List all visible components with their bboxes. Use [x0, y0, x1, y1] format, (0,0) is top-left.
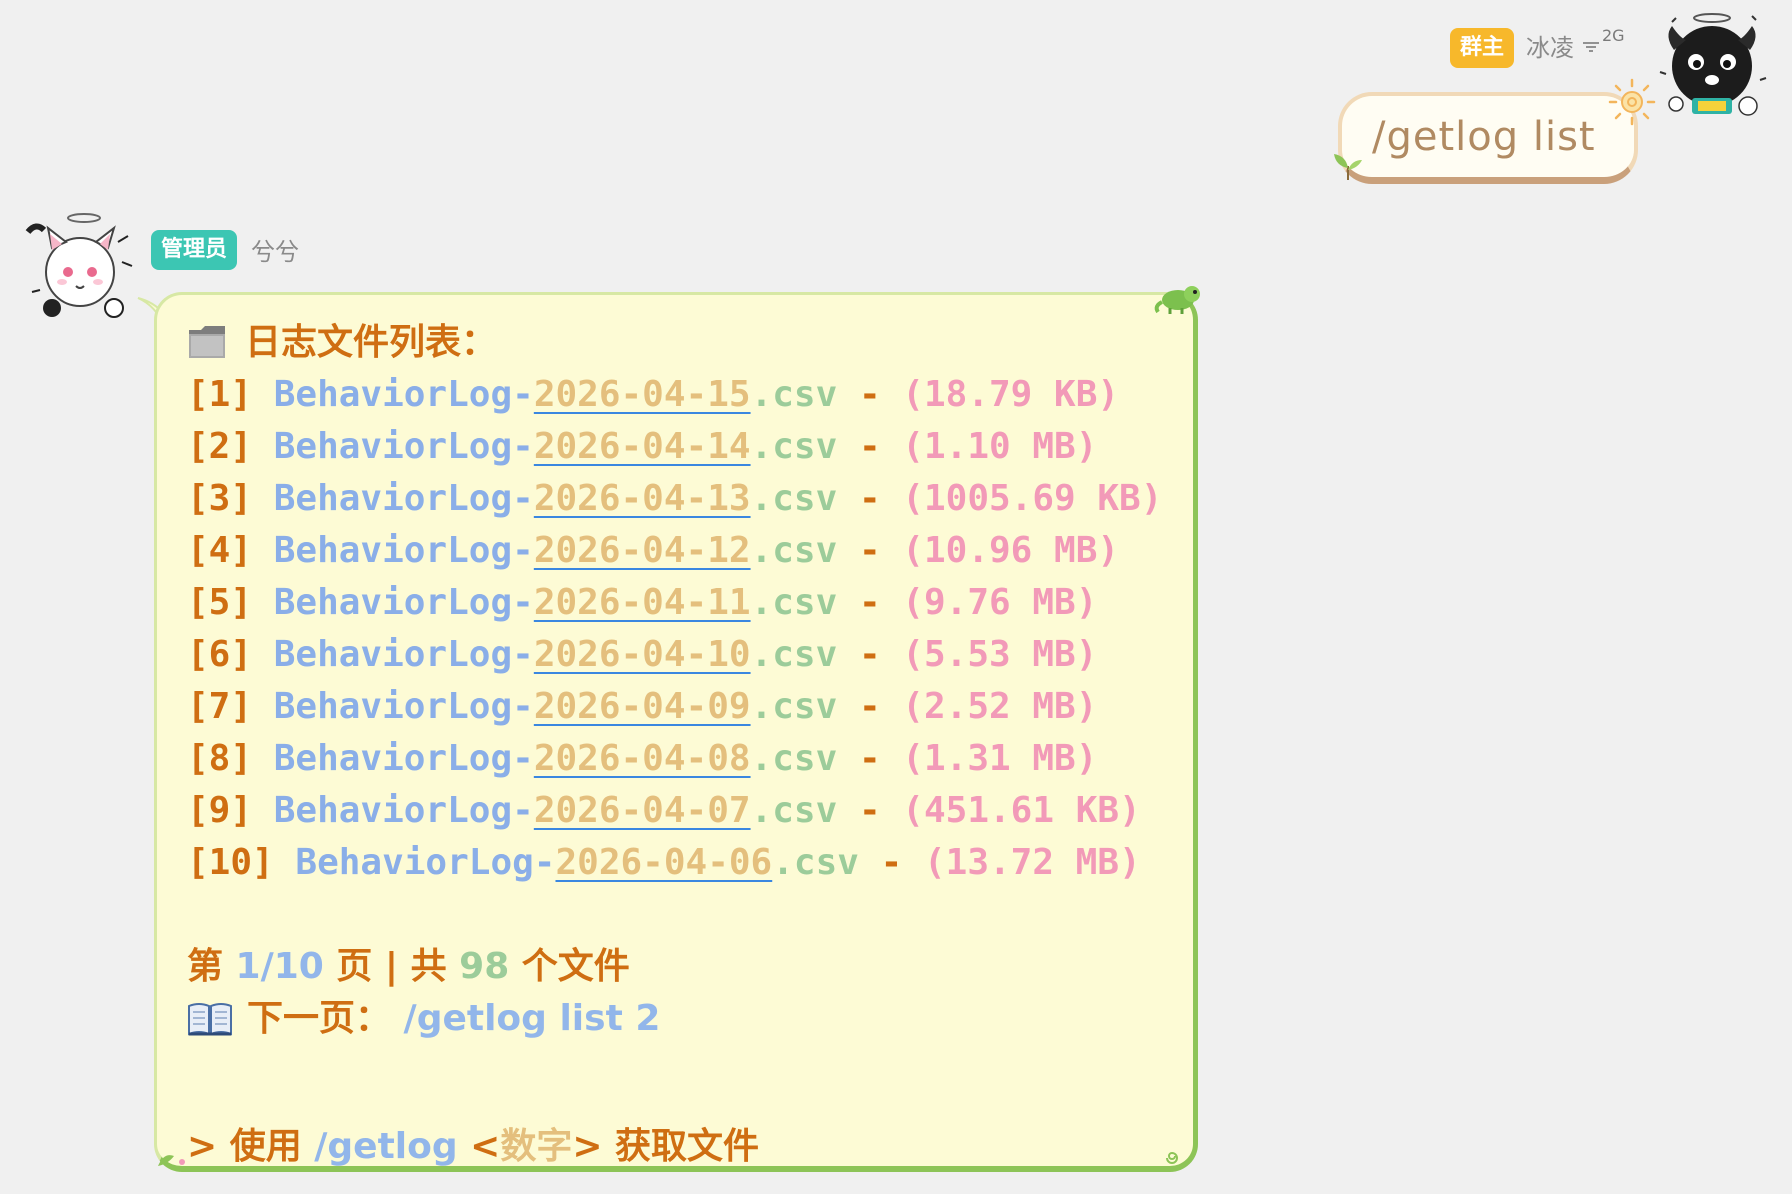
lizard-sticker-icon — [1154, 286, 1200, 314]
network-label: 2G — [1602, 26, 1625, 45]
swirl-icon — [1166, 1151, 1178, 1164]
file-size: (13.72 MB) — [923, 842, 1141, 883]
file-row[interactable]: [1] BehaviorLog-2026-04-15.csv - (18.79 … — [187, 369, 1193, 421]
file-size: (10.96 MB) — [902, 530, 1120, 571]
file-row[interactable]: [6] BehaviorLog-2026-04-10.csv - (5.53 M… — [187, 629, 1193, 681]
usage-command: /getlog — [314, 1126, 458, 1167]
file-date: 2026-04-14 — [533, 426, 751, 467]
usage-hint: > 使用 /getlog <数字> 获取文件 — [187, 1126, 760, 1167]
page-number: 1/10 — [235, 946, 324, 987]
file-date: 2026-04-13 — [533, 478, 751, 519]
file-date: 2026-04-09 — [533, 686, 751, 727]
sender-message-bubble[interactable]: /getlog list — [1338, 92, 1638, 184]
file-date: 2026-04-11 — [533, 582, 751, 623]
sun-icon — [1608, 78, 1656, 126]
file-date: 2026-04-08 — [533, 738, 751, 779]
file-size: (18.79 KB) — [902, 374, 1120, 415]
file-row[interactable]: [4] BehaviorLog-2026-04-12.csv - (10.96 … — [187, 525, 1193, 577]
list-title: 日志文件列表： — [187, 317, 1193, 369]
file-date: 2026-04-10 — [533, 634, 751, 675]
wifi-icon — [1583, 42, 1599, 52]
open-book-icon — [188, 1003, 232, 1036]
sender-name[interactable]: 冰凌 — [1526, 28, 1574, 68]
folder-icon — [189, 326, 225, 358]
file-date: 2026-04-12 — [533, 530, 751, 571]
file-size: (1.10 MB) — [902, 426, 1098, 467]
bot-message-bubble[interactable]: 日志文件列表： [1] BehaviorLog-2026-04-15.csv -… — [154, 292, 1198, 1172]
next-page-hint[interactable]: 下一页： /getlog list 2 — [187, 993, 1193, 1045]
file-size: (5.53 MB) — [902, 634, 1098, 675]
group-owner-badge: 群主 — [1450, 28, 1514, 68]
file-size: (2.52 MB) — [902, 686, 1098, 727]
file-row[interactable]: [5] BehaviorLog-2026-04-11.csv - (9.76 M… — [187, 577, 1193, 629]
file-size: (451.61 KB) — [902, 790, 1141, 831]
next-page-command: /getlog list 2 — [391, 998, 661, 1039]
admin-badge: 管理员 — [151, 230, 237, 270]
file-row[interactable]: [8] BehaviorLog-2026-04-08.csv - (1.31 M… — [187, 733, 1193, 785]
page-info: 第 1/10 页 | 共 98 个文件 — [187, 946, 630, 987]
file-size: (1005.69 KB) — [902, 478, 1163, 519]
file-count: 98 — [459, 946, 510, 987]
sprout-icon — [1334, 154, 1362, 180]
list-title-text: 日志文件列表： — [245, 322, 498, 363]
file-size: (1.31 MB) — [902, 738, 1098, 779]
sender-avatar[interactable] — [1652, 10, 1770, 128]
usage-arg: 数字 — [500, 1126, 573, 1167]
file-date: 2026-04-06 — [555, 842, 773, 883]
next-page-label: 下一页： — [247, 998, 392, 1039]
network-indicator: 2G — [1582, 26, 1625, 54]
file-date: 2026-04-15 — [533, 374, 751, 415]
file-size: (9.76 MB) — [902, 582, 1098, 623]
file-date: 2026-04-07 — [533, 790, 751, 831]
file-list: [1] BehaviorLog-2026-04-15.csv - (18.79 … — [187, 369, 1193, 889]
sender-message-text: /getlog list — [1372, 113, 1596, 160]
file-row[interactable]: [10] BehaviorLog-2026-04-06.csv - (13.72… — [187, 837, 1193, 889]
file-row[interactable]: [2] BehaviorLog-2026-04-14.csv - (1.10 M… — [187, 421, 1193, 473]
file-row[interactable]: [9] BehaviorLog-2026-04-07.csv - (451.61… — [187, 785, 1193, 837]
file-row[interactable]: [3] BehaviorLog-2026-04-13.csv - (1005.6… — [187, 473, 1193, 525]
bot-avatar[interactable] — [22, 212, 140, 330]
bot-name[interactable]: 兮兮 — [251, 232, 299, 272]
leaf-icon — [158, 1155, 185, 1166]
file-row[interactable]: [7] BehaviorLog-2026-04-09.csv - (2.52 M… — [187, 681, 1193, 733]
